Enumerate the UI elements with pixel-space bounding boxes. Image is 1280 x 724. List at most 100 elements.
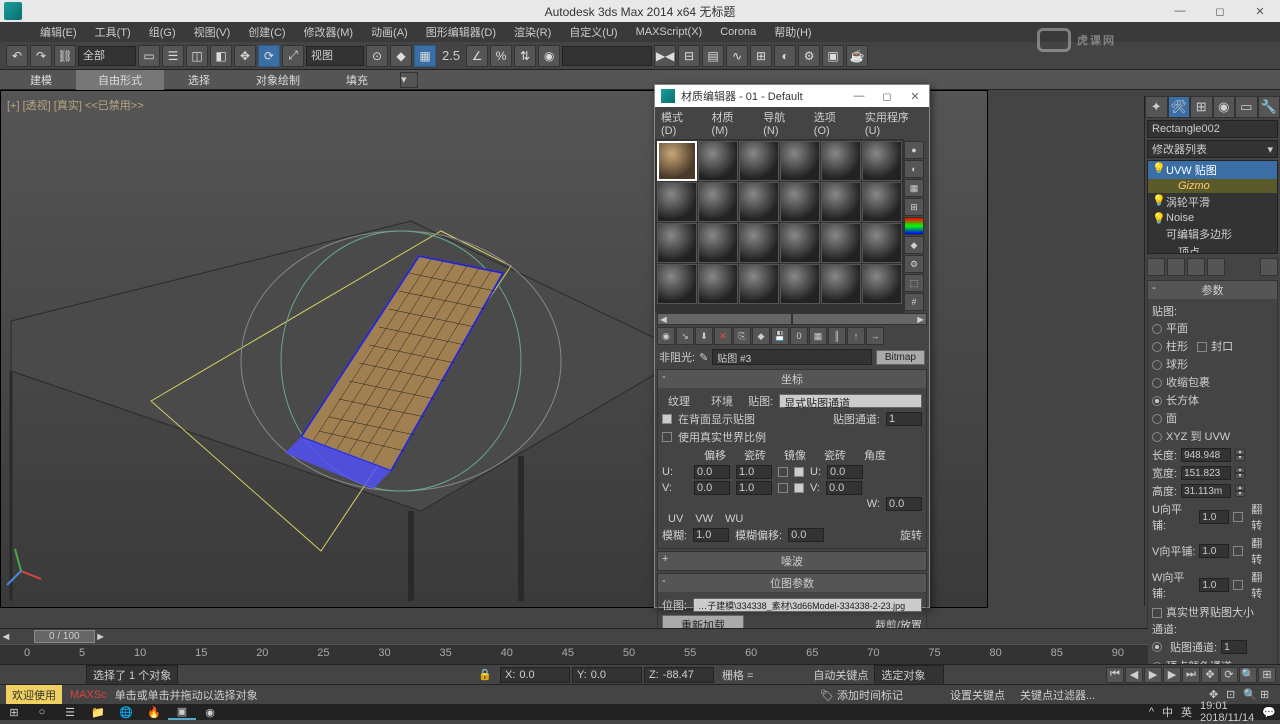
material-slot[interactable] [821,223,861,263]
material-slot[interactable] [698,223,738,263]
dialog-maximize[interactable]: ◻ [873,90,901,103]
material-slot[interactable] [821,264,861,304]
maximize-button[interactable]: ◻ [1200,0,1240,22]
menu-corona[interactable]: Corona [720,26,756,38]
get-material-icon[interactable]: ◉ [657,327,675,345]
v-mirror[interactable] [778,483,788,493]
render-button[interactable]: ☕ [846,45,868,67]
matid-channel-icon[interactable]: 0 [790,327,808,345]
link-button[interactable]: ⛓ [54,45,76,67]
u-angle[interactable] [827,465,863,479]
matmenu-nav[interactable]: 导航(N) [763,109,800,137]
pivot-button[interactable]: ⊙ [366,45,388,67]
layers-button[interactable]: ▤ [702,45,724,67]
material-slot[interactable] [657,182,697,222]
blur-spinner[interactable] [693,528,729,542]
matmenu-util[interactable]: 实用程序(U) [865,109,923,137]
play-icon[interactable]: ▶ [1144,667,1162,683]
3dsmax-taskbar-icon[interactable]: ▣ [168,704,196,720]
material-slot[interactable] [739,264,779,304]
ribbon-freeform[interactable]: 自由形式 [76,70,164,90]
modstack-uvwmap[interactable]: 💡UVW 贴图 [1148,161,1277,179]
curve-editor-button[interactable]: ∿ [726,45,748,67]
modstack-noise[interactable]: 💡Noise [1148,211,1277,225]
ime-indicator[interactable]: 英 [1181,704,1192,720]
material-type-button[interactable]: Bitmap [876,350,925,365]
make-unique-icon[interactable]: ◆ [752,327,770,345]
menu-create[interactable]: 创建(C) [248,24,285,40]
menu-help[interactable]: 帮助(H) [774,24,811,40]
align-button[interactable]: ⊟ [678,45,700,67]
u-tile[interactable] [736,465,772,479]
render-setup-button[interactable]: ⚙ [798,45,820,67]
rollout-header[interactable]: +噪波 [658,552,926,570]
cylindrical-radio[interactable] [1152,342,1162,352]
time-slider-thumb[interactable]: 0 / 100 [34,630,95,643]
menu-animation[interactable]: 动画(A) [371,24,408,40]
make-unique-icon[interactable] [1187,258,1205,276]
cortana-icon[interactable]: ○ [28,704,56,720]
select-region-button[interactable]: ◫ [186,45,208,67]
select-button[interactable]: ▭ [138,45,160,67]
put-to-lib-icon[interactable]: 💾 [771,327,789,345]
viewport-nav-icon[interactable]: ⟳ [1220,667,1238,683]
v-tile[interactable] [736,481,772,495]
material-slot[interactable] [739,182,779,222]
material-name-input[interactable] [712,349,872,365]
show-map-icon[interactable]: ▦ [809,327,827,345]
material-slot[interactable] [780,264,820,304]
y-coord[interactable]: Y:0.0 [572,667,642,683]
window-crossing-button[interactable]: ◧ [210,45,232,67]
time-slider[interactable]: ◄ 0 / 100 ► [0,628,1148,644]
vtile-spinner[interactable] [1199,544,1229,558]
slot-scroll-right[interactable]: ► [792,313,927,325]
menu-views[interactable]: 视图(V) [194,24,231,40]
move-button[interactable]: ✥ [234,45,256,67]
remove-mod-icon[interactable] [1207,258,1225,276]
minimize-button[interactable]: — [1160,0,1200,22]
w-angle[interactable] [886,497,922,511]
ime-indicator[interactable]: 中 [1162,704,1173,720]
modstack-vertex[interactable]: 顶点 [1148,243,1277,254]
prev-frame-icon[interactable]: ◀ [1125,667,1143,683]
mapping-dropdown[interactable]: 显式贴图通道 [779,394,922,408]
make-copy-icon[interactable]: ⎘ [733,327,751,345]
material-slot[interactable] [698,264,738,304]
material-editor-button[interactable]: ◐ [774,45,796,67]
length-spinner[interactable] [1181,448,1231,462]
autokey-button[interactable]: 自动关键点 [813,667,868,683]
utile-spinner[interactable] [1199,510,1229,524]
rollout-header[interactable]: -坐标 [658,370,926,388]
vflip-check[interactable] [1233,546,1243,556]
undo-button[interactable]: ↶ [6,45,28,67]
tray-icon[interactable]: ^ [1149,706,1154,718]
video-color-icon[interactable] [904,217,924,235]
material-slot[interactable] [780,223,820,263]
matmenu-material[interactable]: 材质(M) [712,109,750,137]
explorer-icon[interactable]: 📁 [84,704,112,720]
percent-snap-button[interactable]: % [490,45,512,67]
goto-end-icon[interactable]: ⏭ [1182,667,1200,683]
width-spinner[interactable] [1181,466,1231,480]
lock-icon[interactable]: 🔒 [478,668,492,681]
keyfilter-button[interactable]: 关键点过滤器... [1020,687,1095,703]
material-slot[interactable] [739,223,779,263]
redo-button[interactable]: ↷ [30,45,52,67]
backlight-icon[interactable]: ◐ [904,160,924,178]
viewport-nav-icon[interactable]: ⊞ [1258,667,1276,683]
material-slot[interactable] [657,223,697,263]
modify-tab-icon[interactable]: 🛠 [1168,96,1191,118]
u-offset[interactable] [694,465,730,479]
go-parent-icon[interactable]: ↑ [847,327,865,345]
select-by-mat-icon[interactable]: ⬚ [904,274,924,292]
app-icon[interactable]: 🔥 [140,704,168,720]
ribbon-populate[interactable]: 填充 [324,70,390,90]
material-slot[interactable] [739,141,779,181]
ribbon-selection[interactable]: 选择 [166,70,232,90]
mapch-spinner[interactable] [1221,640,1247,654]
pin-stack-icon[interactable] [1147,258,1165,276]
ribbon-expand-icon[interactable]: ▾ [400,72,418,88]
bitmap-path-button[interactable]: …子建模\334338_素材\3d66Model-334338-2-23.jpg [693,598,922,612]
app-icon[interactable]: 🌐 [112,704,140,720]
configure-sets-icon[interactable] [1260,258,1278,276]
